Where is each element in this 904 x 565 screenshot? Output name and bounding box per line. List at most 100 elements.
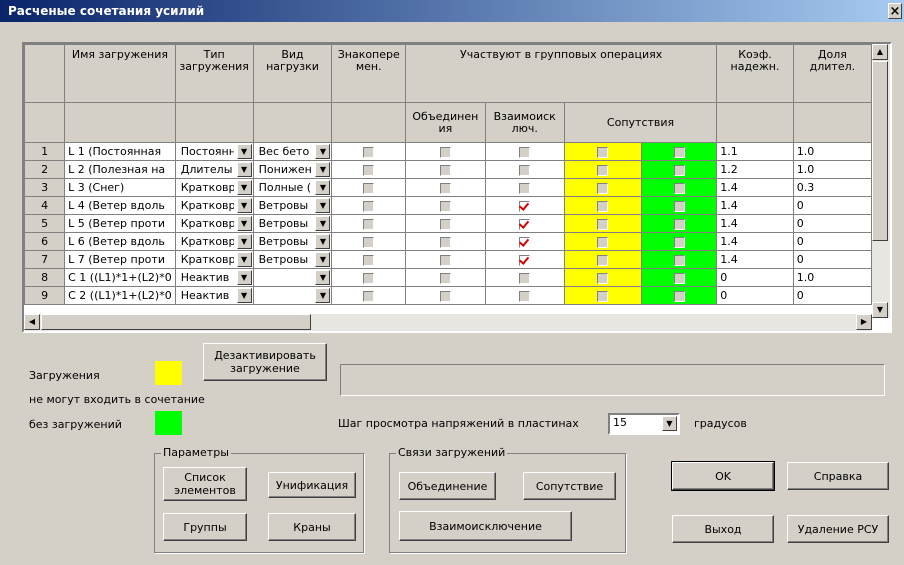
accomp-green-checkbox[interactable]	[673, 236, 685, 248]
accomp-green-checkbox[interactable]	[673, 182, 685, 194]
ok-button[interactable]: OK	[671, 461, 775, 491]
long-share-cell[interactable]: 1.0	[792, 268, 872, 287]
accomp-yellow-cell[interactable]	[563, 178, 643, 197]
chevron-down-icon[interactable]: ▼	[315, 252, 331, 267]
chevron-down-icon[interactable]: ▼	[236, 144, 252, 159]
sign-alternating-cell[interactable]	[331, 250, 407, 269]
long-share-cell[interactable]: 1.0	[792, 160, 872, 179]
long-share-cell[interactable]: 1.0	[792, 142, 872, 161]
table-row[interactable]: 9C 2 ((L1)*1+(L2)*0 Неактив ▼ ▼ 0 0	[24, 286, 872, 305]
accomp-green-cell[interactable]	[640, 196, 718, 215]
mutex-checkbox[interactable]	[519, 236, 531, 248]
accomp-green-checkbox[interactable]	[673, 254, 685, 266]
chevron-down-icon[interactable]: ▼	[315, 288, 331, 303]
delete-rsu-button[interactable]: Удаление РСУ	[787, 515, 889, 543]
chevron-down-icon[interactable]: ▼	[315, 216, 331, 231]
sign-alternating-cell[interactable]	[331, 232, 407, 251]
accomp-yellow-checkbox[interactable]	[597, 200, 609, 212]
mutex-cell[interactable]	[484, 250, 565, 269]
reliability-coef-cell[interactable]: 1.2	[716, 160, 794, 179]
header-coef[interactable]: Коэф. надежн.	[716, 44, 794, 103]
accomp-yellow-cell[interactable]	[563, 250, 643, 269]
header-union[interactable]: Объединен ия	[405, 102, 486, 143]
row-number[interactable]: 1	[24, 142, 66, 161]
union-checkbox[interactable]	[439, 200, 451, 212]
chevron-down-icon[interactable]: ▼	[236, 288, 252, 303]
reliability-coef-cell[interactable]: 0	[716, 286, 794, 305]
groups-button[interactable]: Группы	[163, 513, 247, 541]
long-share-cell[interactable]: 0	[792, 214, 872, 233]
mutex-cell[interactable]	[484, 142, 565, 161]
deactivate-load-button[interactable]: Дезактивировать загружение	[203, 343, 327, 381]
scroll-down-icon[interactable]: ▼	[872, 302, 888, 318]
union-cell[interactable]	[405, 268, 486, 287]
union-checkbox[interactable]	[439, 164, 451, 176]
load-kind-cell[interactable]: Ветровы ▼	[252, 250, 333, 269]
union-cell[interactable]	[405, 160, 486, 179]
reliability-coef-cell[interactable]: 1.4	[716, 196, 794, 215]
union-cell[interactable]	[405, 178, 486, 197]
union-cell[interactable]	[405, 232, 486, 251]
accomp-green-cell[interactable]	[640, 286, 718, 305]
accomp-yellow-checkbox[interactable]	[597, 164, 609, 176]
accomp-green-cell[interactable]	[640, 178, 718, 197]
accomp-green-checkbox[interactable]	[673, 200, 685, 212]
chevron-down-icon[interactable]: ▼	[236, 252, 252, 267]
union-cell[interactable]	[405, 214, 486, 233]
mutex-checkbox[interactable]	[519, 200, 531, 212]
sign-alternating-cell[interactable]	[331, 160, 407, 179]
reliability-coef-cell[interactable]: 0	[716, 268, 794, 287]
union-cell[interactable]	[405, 196, 486, 215]
accomp-yellow-checkbox[interactable]	[597, 236, 609, 248]
mutex-checkbox[interactable]	[519, 272, 531, 284]
accomp-yellow-cell[interactable]	[563, 268, 643, 287]
header-group[interactable]: Участвуют в групповых операциях	[405, 44, 718, 103]
long-share-cell[interactable]: 0	[792, 250, 872, 269]
table-row[interactable]: 1L 1 (Постоянная Постоянн ▼ Вес бето ▼ 1.1 1.0	[24, 142, 872, 161]
load-name-cell[interactable]: C 2 ((L1)*1+(L2)*0	[64, 286, 176, 305]
union-checkbox[interactable]	[439, 236, 451, 248]
scroll-right-icon[interactable]: ▶	[856, 314, 872, 330]
row-number[interactable]: 4	[24, 196, 66, 215]
unification-button[interactable]: Унификация	[268, 472, 356, 498]
header-share[interactable]: Доля длител.	[792, 44, 872, 103]
load-name-cell[interactable]: L 4 (Ветер вдоль	[64, 196, 176, 215]
mutex-button[interactable]: Взаимоисключение	[399, 511, 572, 541]
load-kind-cell[interactable]: ▼	[252, 268, 333, 287]
mutex-cell[interactable]	[484, 178, 565, 197]
load-type-cell[interactable]: Кратковр ▼	[174, 214, 254, 233]
load-type-cell[interactable]: Неактив ▼	[174, 286, 254, 305]
chevron-down-icon[interactable]: ▼	[315, 270, 331, 285]
table-row[interactable]: 5L 5 (Ветер проти Кратковр ▼ Ветровы ▼ 1.4 0	[24, 214, 872, 233]
accomp-green-cell[interactable]	[640, 268, 718, 287]
horizontal-scroll-thumb[interactable]	[41, 314, 311, 330]
union-checkbox[interactable]	[439, 146, 451, 158]
table-row[interactable]: 2L 2 (Полезная на Длителы ▼ Понижен ▼ 1.2 1.0	[24, 160, 872, 179]
chevron-down-icon[interactable]: ▼	[315, 162, 331, 177]
mutex-cell[interactable]	[484, 268, 565, 287]
chevron-down-icon[interactable]: ▼	[315, 234, 331, 249]
chevron-down-icon[interactable]: ▼	[662, 416, 677, 431]
load-kind-cell[interactable]: Полные (▼	[252, 178, 333, 197]
chevron-down-icon[interactable]: ▼	[236, 216, 252, 231]
mutex-checkbox[interactable]	[519, 164, 531, 176]
chevron-down-icon[interactable]: ▼	[236, 234, 252, 249]
sign-alternating-checkbox[interactable]	[363, 290, 375, 302]
mutex-cell[interactable]	[484, 160, 565, 179]
long-share-cell[interactable]: 0.3	[792, 178, 872, 197]
sign-alternating-checkbox[interactable]	[363, 236, 375, 248]
accomp-green-checkbox[interactable]	[673, 218, 685, 230]
union-checkbox[interactable]	[439, 218, 451, 230]
accomp-yellow-checkbox[interactable]	[597, 254, 609, 266]
accomp-green-checkbox[interactable]	[673, 290, 685, 302]
accomp-yellow-checkbox[interactable]	[597, 218, 609, 230]
row-number[interactable]: 2	[24, 160, 66, 179]
load-name-cell[interactable]: L 3 (Снег)	[64, 178, 176, 197]
row-number[interactable]: 5	[24, 214, 66, 233]
sign-alternating-checkbox[interactable]	[363, 200, 375, 212]
sign-alternating-cell[interactable]	[331, 196, 407, 215]
table-row[interactable]: 7L 7 (Ветер проти Кратковр ▼ Ветровы ▼ 1.4 0	[24, 250, 872, 269]
accomp-green-cell[interactable]	[640, 160, 718, 179]
sign-alternating-cell[interactable]	[331, 142, 407, 161]
chevron-down-icon[interactable]: ▼	[315, 180, 331, 195]
